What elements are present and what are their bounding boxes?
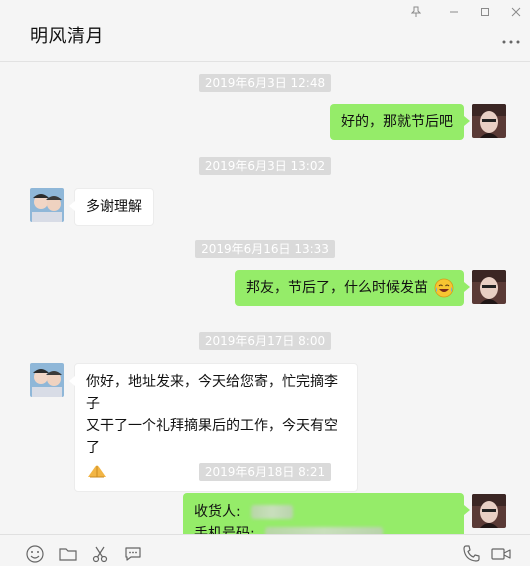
laughing-tears-emoji xyxy=(434,278,454,305)
my-avatar[interactable] xyxy=(472,270,506,304)
more-dots-icon[interactable] xyxy=(502,34,520,44)
pin-icon[interactable] xyxy=(406,4,426,20)
message-line: 你好，地址发来，今天给您寄，忙完摘李子 xyxy=(86,374,338,412)
message-line: 手机号码: xyxy=(194,526,255,534)
message-text: 多谢理解 xyxy=(86,199,142,215)
timestamp: 2019年6月3日 12:48 xyxy=(198,74,332,92)
message-list[interactable]: 2019年6月3日 12:48 好的，那就节后吧 2019年6月3日 13:02… xyxy=(0,62,530,534)
timestamp-row: 2019年6月3日 12:48 xyxy=(0,74,530,92)
folder-icon[interactable] xyxy=(58,544,78,564)
timestamp: 2019年6月18日 8:21 xyxy=(198,463,332,481)
chat-bubble-icon[interactable] xyxy=(123,544,143,564)
message-line: 收货人: xyxy=(194,504,241,520)
minimize-icon[interactable] xyxy=(444,4,464,20)
timestamp: 2019年6月16日 13:33 xyxy=(195,240,335,258)
outgoing-message[interactable]: 好的，那就节后吧 xyxy=(330,104,470,140)
scissors-icon[interactable] xyxy=(90,544,110,564)
my-avatar[interactable] xyxy=(472,104,506,138)
message-text: 好的，那就节后吧 xyxy=(341,114,453,130)
outgoing-message[interactable]: 收货人: 手机号码: xyxy=(183,493,470,534)
close-icon[interactable] xyxy=(506,4,526,20)
timestamp-row: 2019年6月16日 13:33 xyxy=(0,240,530,258)
outgoing-message[interactable]: 邦友，节后了，什么时候发苗 xyxy=(235,270,470,306)
timestamp: 2019年6月17日 8:00 xyxy=(198,332,332,350)
input-toolbar xyxy=(0,534,530,566)
contact-avatar[interactable] xyxy=(30,363,64,397)
title-bar: 明风清月 xyxy=(0,0,530,62)
incoming-message[interactable]: 多谢理解 xyxy=(69,188,154,226)
maximize-icon[interactable] xyxy=(475,4,495,20)
timestamp-row: 2019年6月17日 8:00 xyxy=(0,332,530,350)
redacted-text xyxy=(251,505,294,519)
timestamp-row: 2019年6月3日 13:02 xyxy=(0,157,530,175)
message-text: 邦友，节后了，什么时候发苗 xyxy=(246,280,428,296)
chat-title: 明风清月 xyxy=(30,26,104,47)
message-line: 又干了一个礼拜摘果后的工作，今天有空了 xyxy=(86,418,338,456)
my-avatar[interactable] xyxy=(472,494,506,528)
timestamp: 2019年6月3日 13:02 xyxy=(198,157,332,175)
phone-icon[interactable] xyxy=(461,544,481,564)
redacted-text xyxy=(265,527,384,534)
timestamp-row: 2019年6月18日 8:21 xyxy=(0,463,530,481)
emoji-icon[interactable] xyxy=(25,544,45,564)
contact-avatar[interactable] xyxy=(30,188,64,222)
video-icon[interactable] xyxy=(490,544,512,564)
